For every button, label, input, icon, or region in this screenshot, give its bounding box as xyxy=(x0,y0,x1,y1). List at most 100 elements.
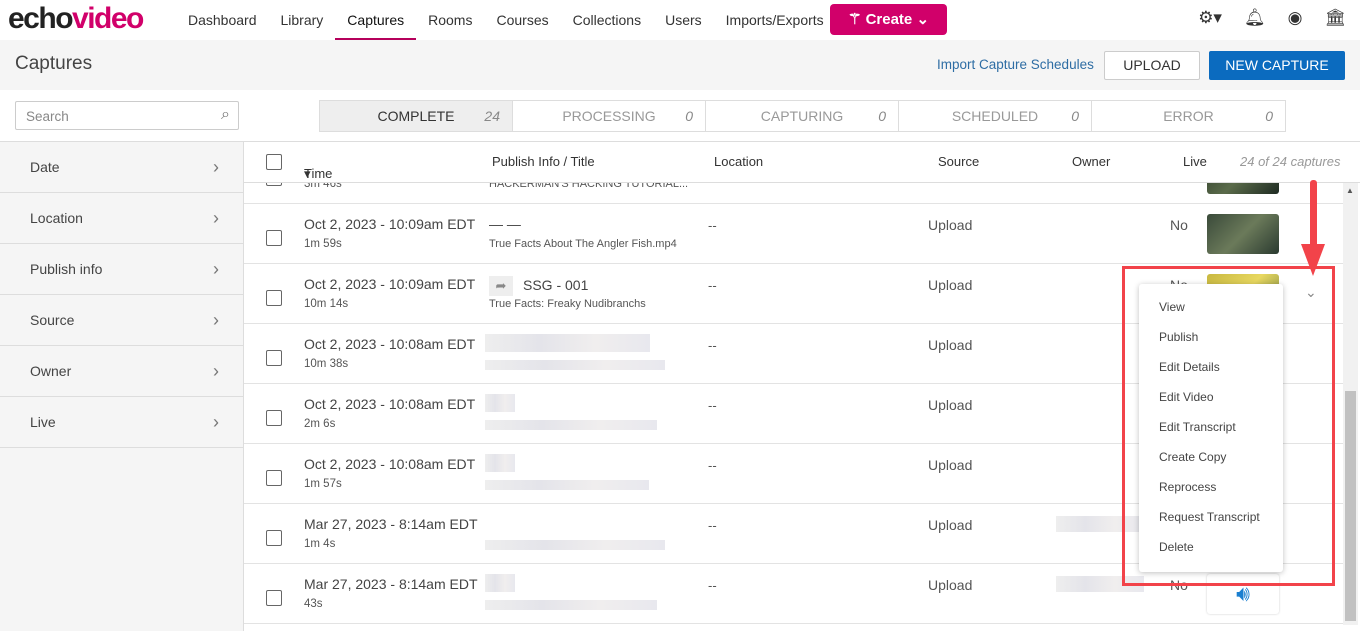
scrollbar-thumb[interactable] xyxy=(1345,391,1356,621)
nav-users[interactable]: Users xyxy=(653,0,714,40)
scrollbar[interactable]: ▲ xyxy=(1343,183,1358,625)
capture-count: 24 of 24 captures xyxy=(1240,154,1341,169)
capture-duration: 3m 46s xyxy=(304,183,342,190)
blurred-title xyxy=(485,394,515,412)
capture-title[interactable]: HACKERMAN'S HACKING TUTORIAL... xyxy=(489,183,688,190)
share-arrow-icon: ➦ xyxy=(489,276,513,296)
import-capture-schedules-link[interactable]: Import Capture Schedules xyxy=(937,57,1094,72)
capture-date: Oct 2, 2023 - 10:08am EDT xyxy=(304,396,476,412)
blurred-subtitle xyxy=(485,600,657,610)
filter-publish-info[interactable]: Publish info › xyxy=(0,244,243,295)
column-source: Source xyxy=(938,154,980,169)
filter-bar: Search ⌕ COMPLETE 24 PROCESSING 0 CAPTURING… xyxy=(0,90,1360,142)
table-header: Time ▾ Publish Info / Title Location Sou… xyxy=(244,142,1360,183)
column-live: Live xyxy=(1183,154,1207,169)
user-account-icon[interactable]: ◉ xyxy=(1288,8,1303,28)
blurred-subtitle xyxy=(485,360,665,370)
select-all-checkbox[interactable] xyxy=(266,154,282,170)
upload-button[interactable]: UPLOAD xyxy=(1104,51,1200,80)
capture-duration: 43s xyxy=(304,598,323,610)
filter-location[interactable]: Location › xyxy=(0,193,243,244)
settings-gear-icon[interactable]: ⚙▾ xyxy=(1198,8,1222,28)
row-checkbox[interactable] xyxy=(266,410,282,426)
nav-library[interactable]: Library xyxy=(269,0,336,40)
column-location: Location xyxy=(714,154,764,169)
nav-collections[interactable]: Collections xyxy=(561,0,653,40)
filter-owner[interactable]: Owner › xyxy=(0,346,243,397)
capture-location: -- xyxy=(708,458,717,473)
tab-error[interactable]: ERROR 0 xyxy=(1092,101,1285,131)
chevron-right-icon: › xyxy=(213,208,219,228)
capture-date: Oct 2, 2023 - 10:09am EDT xyxy=(304,216,476,232)
capture-live: No xyxy=(1170,217,1188,233)
filter-date[interactable]: Date › xyxy=(0,142,243,193)
table-row[interactable]: 3m 46s HACKERMAN'S HACKING TUTORIAL... xyxy=(244,183,1343,204)
sort-down-icon: ▾ xyxy=(304,166,311,181)
institution-icon[interactable]: 🏛︎ xyxy=(1324,8,1346,28)
capture-source: Upload xyxy=(928,517,973,533)
blurred-title xyxy=(485,574,515,592)
capture-duration: 2m 6s xyxy=(304,418,336,430)
capture-duration: 10m 38s xyxy=(304,358,349,370)
blurred-subtitle xyxy=(485,540,665,550)
capture-duration: 1m 59s xyxy=(304,238,342,250)
capture-source: Upload xyxy=(928,337,973,353)
table-row[interactable]: Oct 2, 2023 - 10:09am EDT 1m 59s — — Tru… xyxy=(244,204,1343,264)
capture-location: -- xyxy=(708,398,717,413)
page-title: Captures xyxy=(15,53,93,74)
capture-date: Oct 2, 2023 - 10:08am EDT xyxy=(304,336,476,352)
chevron-right-icon: › xyxy=(213,157,219,177)
annotation-highlight-box xyxy=(1122,266,1335,586)
blurred-title xyxy=(485,334,650,352)
column-publish: Publish Info / Title xyxy=(492,154,595,169)
filter-source[interactable]: Source › xyxy=(0,295,243,346)
search-icon[interactable]: ⌕ xyxy=(221,106,230,124)
row-checkbox[interactable] xyxy=(266,230,282,246)
tab-processing[interactable]: PROCESSING 0 xyxy=(513,101,706,131)
row-checkbox[interactable] xyxy=(266,470,282,486)
capture-location: -- xyxy=(708,278,717,293)
nav-dashboard[interactable]: Dashboard xyxy=(176,0,269,40)
tab-capturing[interactable]: CAPTURING 0 xyxy=(706,101,899,131)
filter-sidebar: Date › Location › Publish info › Source › Ow… xyxy=(0,142,244,631)
filter-live[interactable]: Live › xyxy=(0,397,243,448)
row-checkbox[interactable] xyxy=(266,290,282,306)
blurred-subtitle xyxy=(485,420,657,430)
capture-source: Upload xyxy=(928,277,973,293)
status-tabs: COMPLETE 24 PROCESSING 0 CAPTURING 0 SCHEDU… xyxy=(319,100,1286,132)
echovideo-logo[interactable]: echovideo xyxy=(8,2,144,36)
tab-complete[interactable]: COMPLETE 24 xyxy=(320,101,513,131)
chevron-right-icon: › xyxy=(213,259,219,279)
nav-rooms[interactable]: Rooms xyxy=(416,0,484,40)
notifications-bell-icon[interactable]: 🔔︎ xyxy=(1244,8,1266,28)
row-checkbox[interactable] xyxy=(266,183,282,186)
row-checkbox[interactable] xyxy=(266,590,282,606)
capture-location: -- xyxy=(708,578,717,593)
capture-title[interactable]: True Facts: Freaky Nudibranchs xyxy=(489,298,646,310)
create-button[interactable]: ⚚ Create ⌄ xyxy=(830,4,947,35)
capture-title[interactable]: True Facts About The Angler Fish.mp4 xyxy=(489,238,677,250)
capture-source: Upload xyxy=(928,457,973,473)
magic-wand-icon: ⚚ xyxy=(847,11,866,28)
tab-scheduled[interactable]: SCHEDULED 0 xyxy=(899,101,1092,131)
capture-date: Oct 2, 2023 - 10:09am EDT xyxy=(304,276,476,292)
new-capture-button[interactable]: NEW CAPTURE xyxy=(1209,51,1345,80)
video-thumbnail[interactable] xyxy=(1207,183,1279,194)
page-header: Captures Import Capture Schedules UPLOAD… xyxy=(0,40,1360,90)
annotation-arrow xyxy=(1310,180,1317,250)
video-thumbnail[interactable] xyxy=(1207,214,1279,254)
row-checkbox[interactable] xyxy=(266,530,282,546)
chevron-right-icon: › xyxy=(213,412,219,432)
capture-date: Mar 27, 2023 - 8:14am EDT xyxy=(304,516,478,532)
nav-courses[interactable]: Courses xyxy=(484,0,560,40)
nav-captures[interactable]: Captures xyxy=(335,0,416,40)
scroll-up-icon[interactable]: ▲ xyxy=(1346,186,1354,195)
blurred-subtitle xyxy=(485,480,649,490)
capture-location: -- xyxy=(708,518,717,533)
capture-duration: 10m 14s xyxy=(304,298,349,310)
nav-imports-exports[interactable]: Imports/Exports xyxy=(714,0,836,40)
column-owner: Owner xyxy=(1072,154,1111,169)
search-input[interactable]: Search ⌕ xyxy=(15,101,239,130)
blurred-title xyxy=(485,454,515,472)
row-checkbox[interactable] xyxy=(266,350,282,366)
